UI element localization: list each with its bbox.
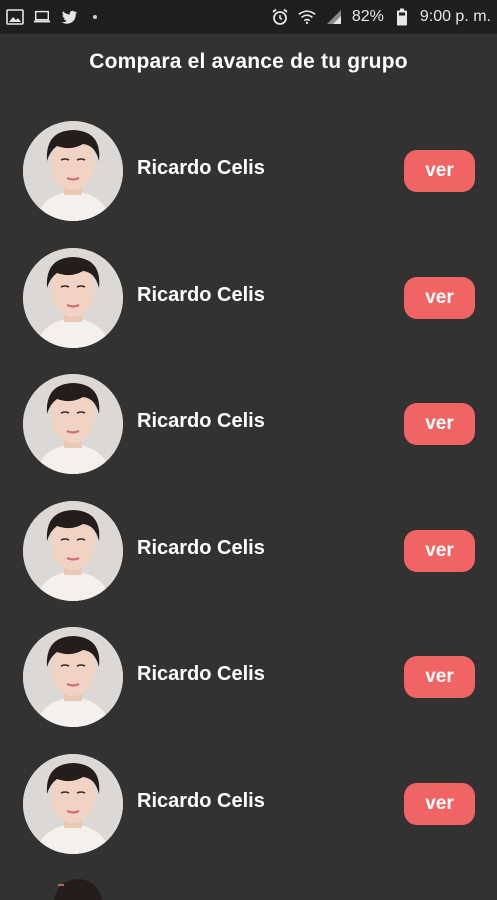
member-name: Ricardo Celis — [137, 283, 265, 306]
avatar — [23, 374, 123, 475]
list-item: Ricardo Celis ver — [0, 371, 497, 498]
list-item: Ricardo Celis ver — [0, 624, 497, 751]
status-bar: 82% 9:00 p. m. — [0, 0, 497, 34]
status-left-icons — [6, 8, 97, 26]
alarm-icon — [271, 8, 289, 26]
battery-percent: 82% — [351, 8, 384, 25]
view-button[interactable]: ver — [404, 150, 475, 192]
list-item: Ricardo Celis ver — [0, 245, 497, 372]
member-name: Ricardo Celis — [137, 410, 265, 433]
list-item: Ricardo Celis ver — [0, 118, 497, 245]
view-button[interactable]: ver — [404, 782, 475, 825]
avatar — [23, 121, 123, 221]
page-title: Compara el avance de tu grupo — [89, 50, 408, 73]
view-button[interactable]: ver — [404, 276, 475, 319]
member-name: Ricardo Celis — [137, 663, 265, 686]
view-button[interactable]: ver — [404, 529, 475, 572]
view-button[interactable]: ver — [404, 656, 475, 699]
member-name: Ricardo Celis — [137, 789, 265, 812]
avatar — [23, 247, 123, 348]
gallery-icon — [6, 8, 24, 26]
wifi-icon — [298, 8, 316, 26]
member-list: Ricardo Celis ver Ricardo Celis ver Rica… — [0, 118, 497, 878]
view-button[interactable]: ver — [404, 403, 475, 446]
next-avatar-peek — [48, 878, 108, 900]
laptop-icon — [33, 8, 51, 26]
avatar — [23, 500, 123, 601]
signal-icon — [325, 8, 343, 26]
member-name: Ricardo Celis — [137, 536, 265, 559]
list-item: Ricardo Celis ver — [0, 498, 497, 625]
clock-time: 9:00 p. m. — [419, 8, 491, 25]
avatar — [23, 753, 123, 854]
battery-icon — [393, 8, 411, 26]
member-name: Ricardo Celis — [137, 157, 265, 179]
list-item: Ricardo Celis ver — [0, 751, 497, 878]
status-right-icons: 82% 9:00 p. m. — [271, 8, 491, 26]
twitter-icon — [60, 8, 78, 26]
notification-dot-icon — [93, 15, 97, 19]
avatar — [23, 627, 123, 728]
